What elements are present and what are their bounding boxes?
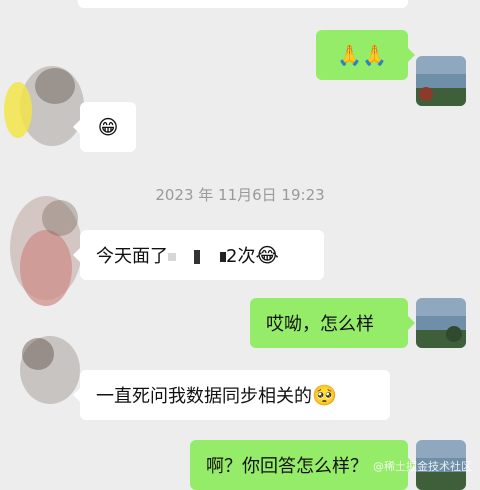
redacted-text <box>168 248 226 264</box>
pleading-emoji: 🥺 <box>312 383 337 407</box>
message-text: 啊？你回答怎么样？ <box>206 456 368 477</box>
message-bubble-5[interactable]: 一直死问我数据同步相关的 🥺 <box>73 370 390 420</box>
chat-view: 🙏🙏 😁 2023 年 11月6日 19:23 今天面了 2次 😂 哎呦，怎么样… <box>0 0 480 490</box>
message-text-end: 2次 <box>226 246 256 267</box>
contact-avatar[interactable] <box>0 58 84 148</box>
message-bubble-2[interactable]: 😁 <box>73 102 136 152</box>
message-bubble-3[interactable]: 今天面了 2次 😂 <box>73 230 324 280</box>
message-text: 哎呦，怎么样 <box>266 314 374 335</box>
watermark: @稀土掘金技术社区 <box>373 460 472 473</box>
message-text-start: 今天面了 <box>96 246 168 267</box>
laugh-emoji: 😂 <box>255 243 279 267</box>
grin-emoji: 😁 <box>97 115 119 139</box>
pray-emoji: 🙏🙏 <box>337 43 387 67</box>
self-avatar[interactable] <box>416 56 466 106</box>
message-bubble-4[interactable]: 哎呦，怎么样 <box>250 298 415 348</box>
self-avatar[interactable] <box>416 298 466 348</box>
message-text: 一直死问我数据同步相关的 <box>96 386 312 407</box>
message-bubble-top-partial[interactable] <box>71 0 408 8</box>
contact-avatar[interactable] <box>0 330 84 410</box>
message-bubble-1[interactable]: 🙏🙏 <box>316 30 415 80</box>
contact-avatar[interactable] <box>0 188 84 308</box>
